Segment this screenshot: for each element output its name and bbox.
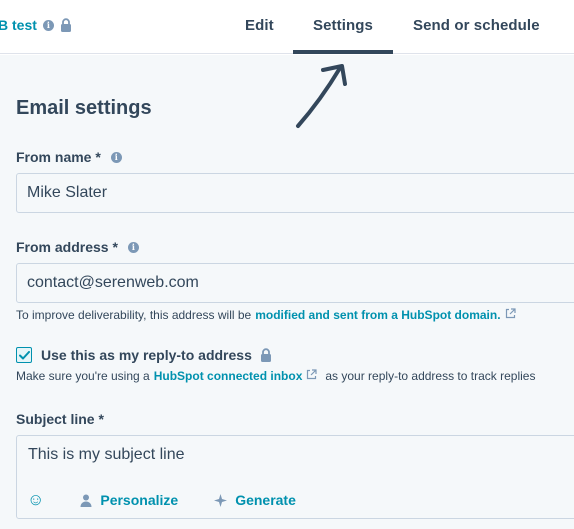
from-name-label: From name * i	[16, 149, 122, 165]
reply-to-hint: Make sure you're using a HubSpot connect…	[16, 369, 535, 383]
page-title: Email settings	[16, 97, 152, 119]
external-link-icon	[505, 308, 516, 322]
from-name-label-text: From name *	[16, 149, 101, 165]
reply-to-label-text: Use this as my reply-to address	[41, 347, 252, 363]
lock-icon	[260, 348, 272, 362]
tab-edit[interactable]: Edit	[245, 17, 274, 34]
reply-to-hint-prefix: Make sure you're using a	[16, 369, 150, 383]
info-icon[interactable]: i	[110, 151, 122, 163]
tab-settings[interactable]: Settings	[313, 17, 373, 34]
emoji-icon[interactable]: ☺	[27, 490, 44, 510]
lock-icon	[60, 18, 72, 32]
sparkle-icon	[214, 493, 228, 507]
from-address-input[interactable]: contact@serenweb.com	[16, 263, 574, 303]
subject-label: Subject line *	[16, 411, 104, 427]
from-address-hint: To improve deliverability, this address …	[16, 308, 516, 322]
info-icon[interactable]: i	[127, 241, 139, 253]
personalize-label: Personalize	[100, 492, 179, 508]
generate-button[interactable]: Generate	[214, 492, 296, 508]
checkmark-icon	[18, 350, 30, 359]
from-address-hint-text: To improve deliverability, this address …	[16, 308, 252, 322]
active-tab-indicator	[293, 50, 393, 54]
from-address-label-text: From address *	[16, 239, 118, 255]
generate-label: Generate	[235, 492, 296, 508]
breadcrumb-name[interactable]: B test	[0, 17, 37, 33]
subject-label-text: Subject line *	[16, 411, 104, 427]
info-icon[interactable]: i	[42, 19, 54, 31]
subject-toolbar: ☺ Personalize Generate	[27, 490, 296, 510]
connected-inbox-link[interactable]: HubSpot connected inbox	[154, 369, 303, 383]
reply-to-hint-suffix: as your reply-to address to track replie…	[325, 369, 536, 383]
annotation-arrow-icon	[296, 64, 347, 128]
tab-send-or-schedule[interactable]: Send or schedule	[413, 17, 540, 34]
subject-input[interactable]: This is my subject line ☺ Personalize Ge…	[16, 435, 574, 519]
from-address-label: From address * i	[16, 239, 139, 255]
external-link-icon	[306, 369, 317, 383]
reply-to-checkbox[interactable]	[16, 347, 32, 363]
breadcrumb[interactable]: B test i	[0, 17, 72, 33]
personalize-button[interactable]: Personalize	[80, 492, 178, 508]
from-name-input[interactable]: Mike Slater	[16, 173, 574, 213]
person-icon	[80, 494, 92, 507]
subject-value: This is my subject line	[28, 446, 185, 463]
reply-to-label[interactable]: Use this as my reply-to address	[41, 347, 272, 363]
from-address-value: contact@serenweb.com	[27, 274, 199, 291]
top-navigation: B test i Edit Settings Send or schedule	[0, 0, 574, 54]
from-name-value: Mike Slater	[27, 184, 108, 201]
hubspot-domain-link[interactable]: modified and sent from a HubSpot domain.	[255, 308, 500, 322]
